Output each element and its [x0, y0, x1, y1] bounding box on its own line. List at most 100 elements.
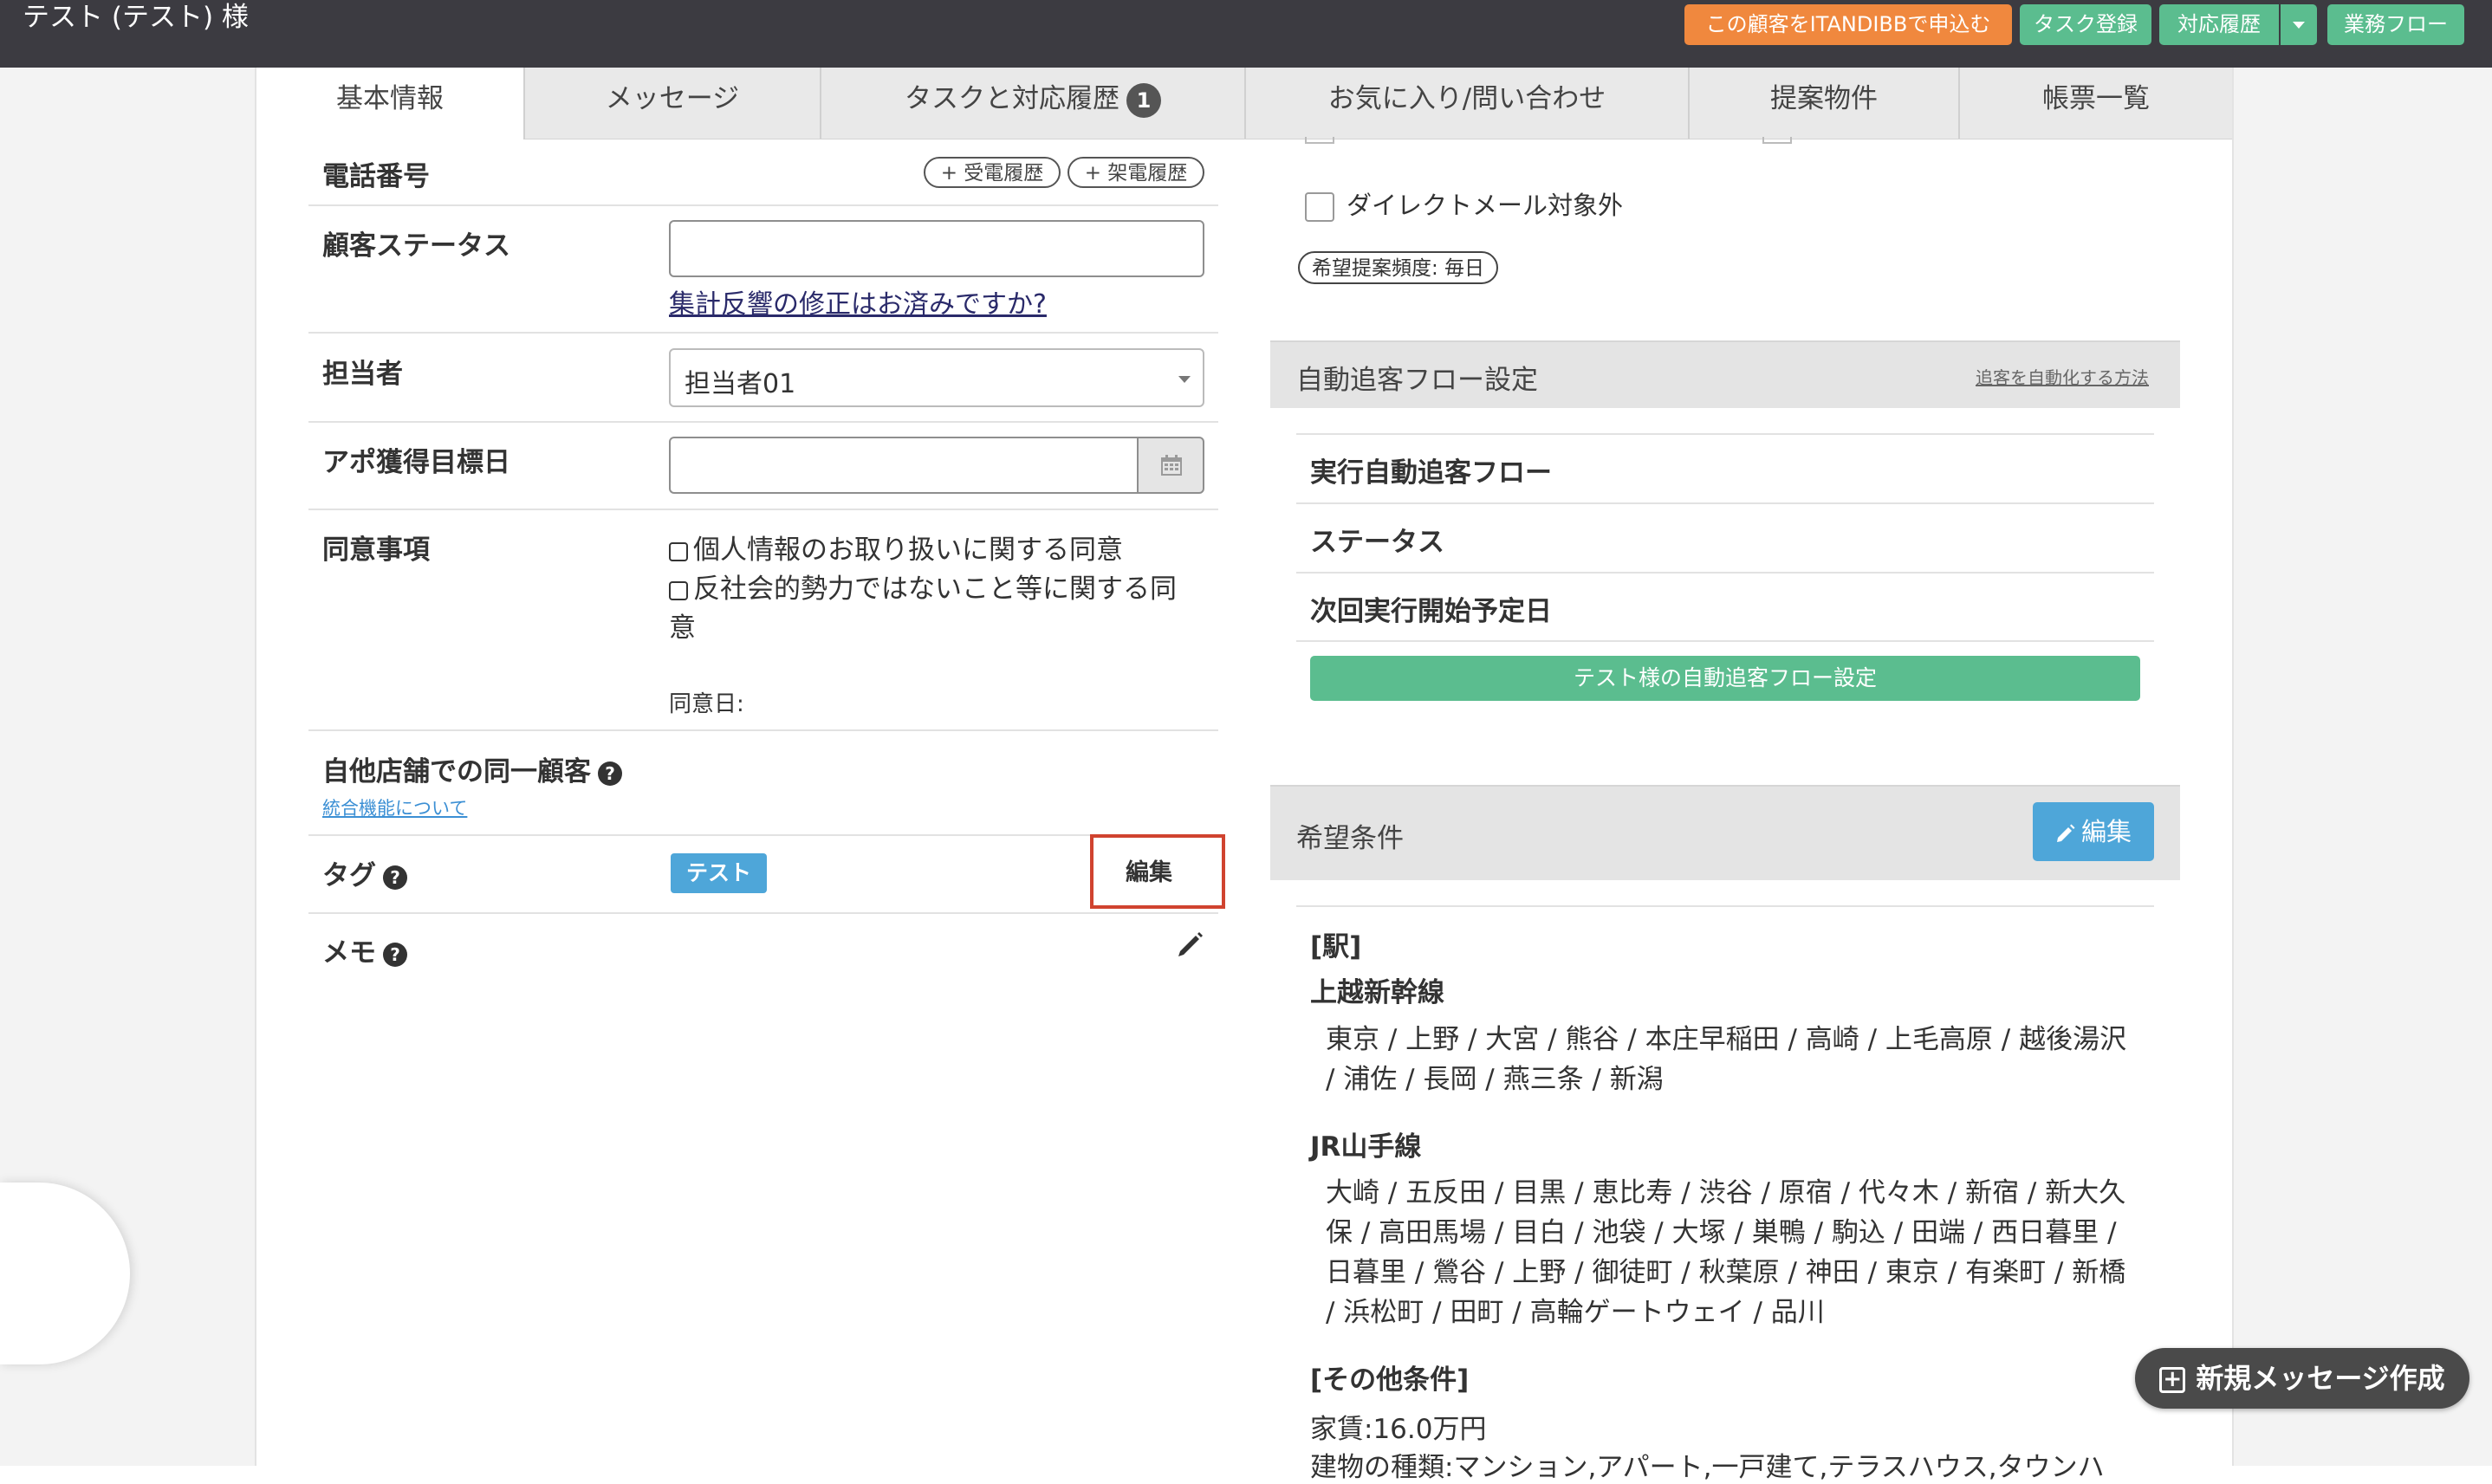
- conditions-edit-label: 編集: [2080, 817, 2132, 846]
- header-bar: テスト (テスト) 様 この顧客をITANDIBBで申込む タスク登録 対応履歴…: [0, 0, 2492, 68]
- auto-flow-settings-button[interactable]: テスト様の自動追客フロー設定: [1310, 656, 2140, 701]
- line-name: 上越新幹線: [1310, 977, 1444, 1008]
- pencil-icon[interactable]: [1175, 929, 1206, 960]
- task-count-badge: 1: [1126, 82, 1161, 118]
- checkbox-icon: [669, 580, 688, 600]
- same-customer-label: 自他店舗での同一顧客?: [322, 749, 622, 788]
- row-divider: [308, 509, 1218, 510]
- consent-label: 同意事項: [322, 535, 430, 566]
- new-message-button[interactable]: + 新規メッセージ作成: [2135, 1348, 2469, 1409]
- customer-status-label: 顧客ステータス: [322, 230, 510, 262]
- calendar-icon: [1161, 455, 1182, 476]
- tab-proposed-properties[interactable]: 提案物件: [1690, 68, 1960, 139]
- plus-square-icon: +: [2159, 1367, 2186, 1393]
- row-divider: [308, 332, 1218, 334]
- station-list-line: / 浜松町 / 田町 / 高輪ゲートウェイ / 品川: [1326, 1297, 1825, 1328]
- tab-favorites-inquiries[interactable]: お気に入り/問い合わせ: [1246, 68, 1690, 139]
- tab-label: 提案物件: [1770, 83, 1878, 114]
- customer-status-input[interactable]: [669, 220, 1204, 277]
- workflow-button[interactable]: 業務フロー: [2327, 4, 2464, 45]
- appointment-date-input[interactable]: [669, 437, 1137, 494]
- row-divider: [1296, 572, 2154, 574]
- consent-antisocial-text-cont: 意: [669, 612, 696, 644]
- apply-itandi-button[interactable]: この顧客をITANDIBBで申込む: [1684, 4, 2012, 45]
- history-button[interactable]: 対応履歴: [2159, 4, 2279, 45]
- row-divider: [1296, 640, 2154, 642]
- station-list-line: 日暮里 / 鶯谷 / 上野 / 御徒町 / 秋葉原 / 神田 / 東京 / 有楽…: [1326, 1257, 2126, 1288]
- consent-privacy-text: 個人情報のお取り扱いに関する同意: [693, 535, 1123, 566]
- conditions-edit-button[interactable]: 編集: [2033, 802, 2154, 861]
- consent-privacy-checkbox[interactable]: 個人情報のお取り扱いに関する同意: [669, 528, 1123, 567]
- station-list-line: / 浦佐 / 長岡 / 燕三条 / 新潟: [1326, 1064, 1664, 1095]
- auto-flow-panel-header: 自動追客フロー設定 追客を自動化する方法: [1270, 340, 2180, 408]
- help-icon[interactable]: ?: [598, 761, 622, 786]
- tag-label: タグ?: [322, 853, 407, 892]
- page-border-right: [2232, 68, 2234, 1466]
- consent-date-label: 同意日:: [669, 691, 744, 717]
- merge-feature-link[interactable]: 統合機能について: [322, 794, 467, 820]
- tab-label: 帳票一覧: [2042, 83, 2150, 114]
- task-register-button[interactable]: タスク登録: [2020, 4, 2151, 45]
- auto-flow-row-status: ステータス: [1310, 527, 1444, 558]
- same-customer-text: 自他店舗での同一顧客: [322, 756, 591, 787]
- inquiry-correction-link[interactable]: 集計反響の修正はお済みですか?: [669, 282, 1047, 321]
- auto-flow-title: 自動追客フロー設定: [1296, 365, 1538, 396]
- checkbox-partial[interactable]: [1305, 137, 1334, 144]
- station-list-line: 保 / 高田馬場 / 目白 / 池袋 / 大塚 / 巣鴨 / 駒込 / 田端 /…: [1326, 1217, 2117, 1248]
- new-message-label: 新規メッセージ作成: [2196, 1362, 2445, 1395]
- direct-mail-exclude-text: ダイレクトメール対象外: [1347, 191, 1624, 220]
- auto-flow-row-flow: 実行自動追客フロー: [1310, 457, 1552, 489]
- other-conditions-header: [その他条件]: [1310, 1364, 1470, 1396]
- checkbox-icon: [669, 541, 688, 561]
- auto-flow-row-next-date: 次回実行開始予定日: [1310, 596, 1552, 627]
- tag-chip: テスト: [671, 853, 768, 893]
- tab-documents[interactable]: 帳票一覧: [1960, 68, 2232, 139]
- station-list-line: 大崎 / 五反田 / 目黒 / 恵比寿 / 渋谷 / 原宿 / 代々木 / 新宿…: [1326, 1177, 2126, 1209]
- row-divider: [1296, 502, 2154, 504]
- row-divider: [308, 729, 1218, 731]
- consent-antisocial-checkbox[interactable]: 反社会的勢力ではないこと等に関する同: [669, 567, 1177, 606]
- incoming-call-history-button[interactable]: + 受電履歴: [924, 157, 1061, 188]
- row-divider: [308, 834, 1218, 836]
- row-divider: [1296, 905, 2154, 907]
- page-border-left: [255, 68, 256, 1466]
- tag-text: タグ: [322, 860, 376, 891]
- outgoing-call-history-button[interactable]: + 架電履歴: [1068, 157, 1204, 188]
- appointment-target-date-label: アポ獲得目標日: [322, 447, 510, 478]
- chevron-down-icon: [1178, 376, 1191, 383]
- row-divider: [308, 421, 1218, 423]
- consent-antisocial-text: 反社会的勢力ではないこと等に関する同: [693, 574, 1177, 605]
- direct-mail-exclude-checkbox[interactable]: ダイレクトメール対象外: [1305, 185, 1623, 222]
- tab-basic-info[interactable]: 基本情報: [256, 68, 525, 139]
- help-icon[interactable]: ?: [383, 865, 407, 890]
- memo-text: メモ: [322, 937, 376, 969]
- station-header: [駅]: [1310, 931, 1362, 962]
- checkbox-icon: [1305, 192, 1334, 222]
- memo-label: メモ?: [322, 930, 407, 969]
- customer-name-title: テスト (テスト) 様: [23, 2, 249, 33]
- help-icon[interactable]: ?: [383, 942, 407, 967]
- highlight-box: [1090, 834, 1225, 909]
- tab-bar: 基本情報 メッセージ タスクと対応履歴 1 お気に入り/問い合わせ 提案物件 帳票…: [256, 68, 2232, 139]
- row-divider: [308, 912, 1218, 914]
- assignee-label: 担当者: [322, 359, 403, 390]
- assignee-select[interactable]: 担当者01: [669, 348, 1204, 407]
- history-dropdown-button[interactable]: [2281, 4, 2317, 45]
- tab-label: 基本情報: [336, 83, 444, 114]
- rent-condition: 家賃:16.0万円: [1310, 1414, 1487, 1445]
- pencil-icon: [2056, 824, 2075, 842]
- tab-label: お気に入り/問い合わせ: [1327, 83, 1606, 114]
- station-list-line: 東京 / 上野 / 大宮 / 熊谷 / 本庄早稲田 / 高崎 / 上毛高原 / …: [1326, 1024, 2127, 1055]
- proposal-frequency-badge: 希望提案頻度: 毎日: [1298, 251, 1499, 284]
- tab-label: メッセージ: [605, 83, 740, 114]
- auto-followup-howto-link[interactable]: 追客を自動化する方法: [1976, 364, 2149, 389]
- page-background-right: [2234, 68, 2492, 1466]
- phone-label: 電話番号: [322, 161, 430, 192]
- checkbox-partial[interactable]: [1762, 137, 1792, 144]
- line-name: JR山手線: [1310, 1131, 1422, 1163]
- row-divider: [308, 204, 1218, 206]
- tab-tasks-history[interactable]: タスクと対応履歴 1: [821, 68, 1246, 139]
- building-type-condition: 建物の種類:マンション,アパート,一戸建て,テラスハウス,タウンハ: [1310, 1452, 2105, 1483]
- tab-messages[interactable]: メッセージ: [525, 68, 821, 139]
- calendar-button[interactable]: [1137, 437, 1204, 494]
